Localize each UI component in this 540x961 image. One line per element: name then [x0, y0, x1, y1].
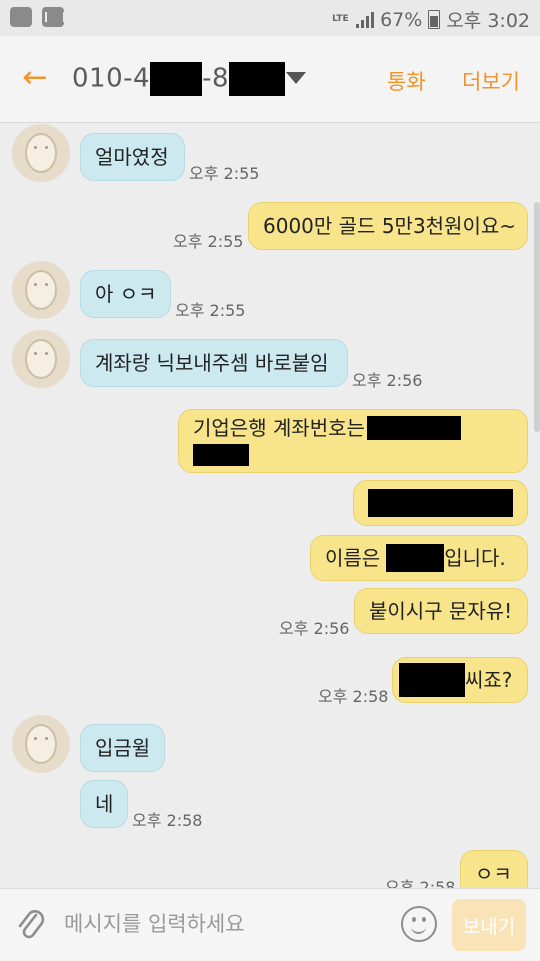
message-notification-icon: [42, 7, 64, 27]
redacted-block: [193, 444, 249, 466]
message-bubble-outgoing[interactable]: [353, 480, 528, 526]
emoji-icon[interactable]: [401, 906, 437, 942]
scrollbar[interactable]: [534, 202, 540, 432]
message-bubble-outgoing[interactable]: 붙이시구 문자유!: [354, 588, 528, 634]
redacted-block: [399, 663, 465, 697]
phone-mid: -8: [202, 63, 229, 94]
compose-bar: 보내기: [0, 888, 540, 961]
redacted-block: [150, 62, 203, 96]
message-list[interactable]: 얼마였정 오후 2:55 6000만 골드 5만3천원이요~ 오후 2:55 아…: [0, 122, 540, 888]
message-text: 입금윌: [95, 736, 151, 760]
message-time: 오후 2:56: [352, 371, 423, 390]
message-time: 오후 2:56: [279, 619, 350, 638]
redacted-block: [229, 62, 285, 96]
message-bubble-outgoing[interactable]: 6000만 골드 5만3천원이요~: [248, 202, 528, 250]
phone-prefix: 010-4: [72, 63, 151, 94]
chevron-down-icon[interactable]: [286, 72, 306, 84]
message-bubble-incoming[interactable]: 아 ㅇㅋ: [80, 270, 171, 318]
message-text: ㅇㅋ: [475, 862, 512, 886]
status-bar: LTE 67% 오후 3:02: [0, 0, 540, 36]
message-text: 입니다.: [444, 546, 506, 570]
contact-avatar[interactable]: [12, 330, 70, 388]
contact-avatar[interactable]: [12, 261, 70, 319]
message-time: 오후 2:58: [132, 811, 203, 830]
message-bubble-outgoing[interactable]: 기업은행 계좌번호는: [178, 409, 528, 473]
message-time: 오후 2:58: [318, 687, 389, 706]
battery-percent: 67%: [380, 8, 423, 31]
message-text: 6000만 골드 5만3천원이요~: [263, 214, 517, 238]
contact-avatar[interactable]: [12, 124, 70, 182]
message-bubble-incoming[interactable]: 네: [80, 780, 128, 828]
app-notification-icon: [10, 7, 32, 27]
message-time: 오후 2:55: [175, 301, 246, 320]
message-bubble-outgoing[interactable]: ㅇㅋ: [460, 850, 528, 888]
message-text: 얼마였정: [95, 145, 169, 169]
more-button[interactable]: 더보기: [462, 66, 520, 96]
paperclip-icon[interactable]: [16, 907, 48, 943]
message-text: 씨죠?: [465, 668, 513, 692]
message-time: 오후 2:55: [189, 164, 260, 183]
redacted-block: [366, 416, 461, 440]
message-text: 계좌랑 닉보내주셈 바로붙임: [95, 351, 329, 375]
message-bubble-outgoing[interactable]: 이름은 입니다.: [310, 535, 528, 581]
signal-icon: [356, 11, 375, 28]
call-button[interactable]: 통화: [387, 66, 426, 96]
message-time: 오후 2:55: [173, 232, 244, 251]
redacted-block: [386, 544, 445, 572]
message-input[interactable]: [62, 905, 386, 943]
message-bubble-incoming[interactable]: 얼마였정: [80, 133, 185, 181]
message-bubble-incoming[interactable]: 계좌랑 닉보내주셈 바로붙임: [80, 339, 348, 387]
message-text: 붙이시구 문자유!: [369, 599, 513, 623]
message-text: 기업은행 계좌번호는: [193, 416, 365, 440]
message-text: 아 ㅇㅋ: [95, 282, 157, 306]
contact-avatar[interactable]: [12, 715, 70, 773]
send-button[interactable]: 보내기: [452, 899, 526, 951]
back-arrow-icon[interactable]: ←: [18, 62, 52, 96]
contact-phone-number[interactable]: 010-4 -8: [72, 62, 285, 96]
message-bubble-outgoing[interactable]: 씨죠?: [392, 657, 528, 703]
status-time: 오후 3:02: [446, 10, 530, 32]
message-text: 네: [95, 792, 114, 816]
redacted-block: [368, 489, 513, 517]
message-text: 이름은: [325, 546, 381, 570]
message-bubble-incoming[interactable]: 입금윌: [80, 724, 165, 772]
conversation-header: ← 010-4 -8 통화 더보기: [0, 36, 540, 123]
battery-icon: [428, 10, 441, 29]
message-time: 오후 2:58: [385, 878, 456, 888]
network-type: LTE: [332, 14, 349, 24]
